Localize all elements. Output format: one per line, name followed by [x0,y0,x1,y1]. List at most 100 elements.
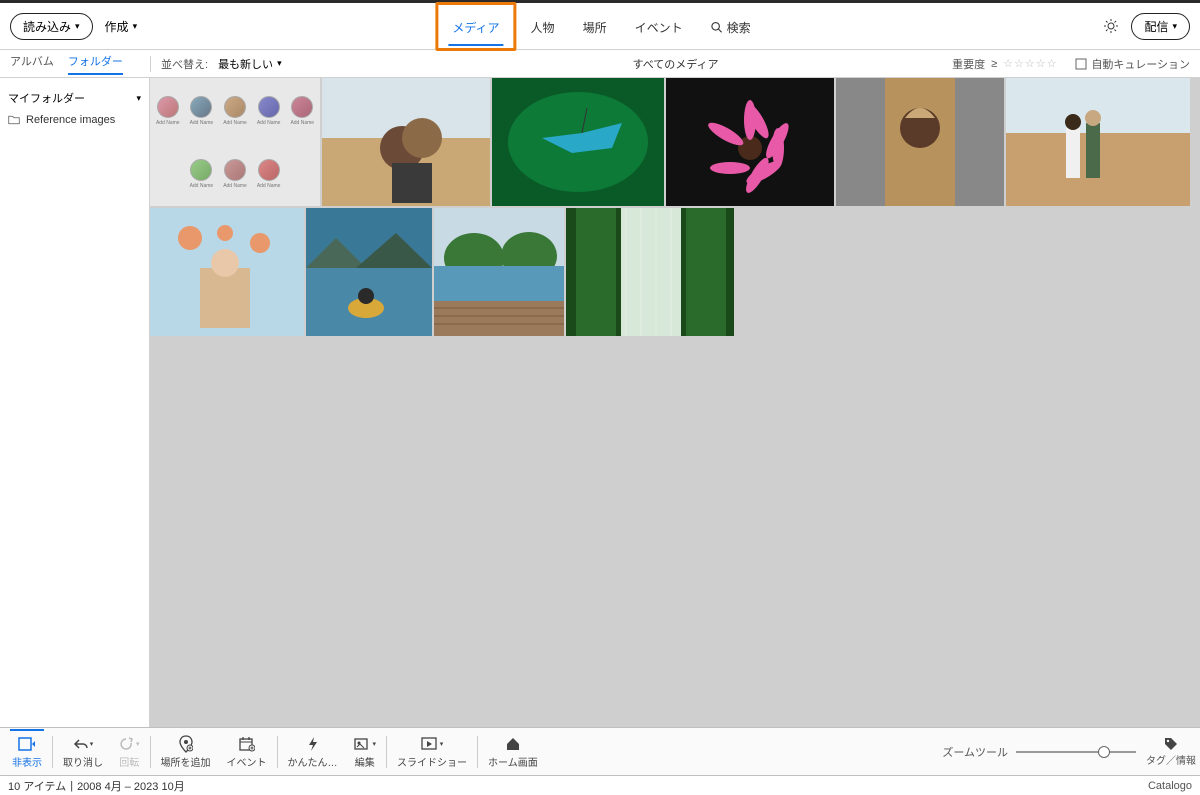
auto-curation-label: 自動キュレーション [1091,56,1190,72]
rotate-button[interactable]: ▾ 回転 [111,732,148,771]
create-label: 作成 [105,18,129,35]
sidebar-folder-item[interactable]: Reference images [6,110,143,130]
thumbnail[interactable] [566,208,734,336]
sort-value[interactable]: 最も新しい [218,56,273,72]
thumbnail[interactable] [322,78,490,206]
share-button[interactable]: 配信 ▾ [1131,13,1190,40]
panel-icon [18,734,36,754]
date-range: 2008 4月 – 2023 10月 [77,778,185,794]
bb-label: 取り消し [63,754,103,769]
chevron-down-icon[interactable]: ▾ [277,58,282,69]
chevron-down-icon: ▾ [136,93,141,104]
slider-track[interactable] [1016,751,1136,753]
import-label: 読み込み [23,18,71,35]
home-button[interactable]: ホーム画面 [480,732,546,771]
sidebar-my-folder-label: マイフォルダー [8,90,85,106]
view-title: すべてのメディア [632,56,718,72]
sortbar: 並べ替え: 最も新しい ▾ すべてのメディア 重要度 ≥ ☆☆☆☆☆ 自動キュレ… [150,56,1200,72]
bb-label: イベント [227,754,267,769]
tab-media[interactable]: メディア [438,5,513,48]
thumbnail[interactable] [434,208,564,336]
share-label: 配信 [1144,18,1168,35]
sidebar-folder-label: Reference images [26,114,115,126]
tab-label: 人物 [531,21,555,35]
sidebar: マイフォルダー ▾ Reference images [0,78,150,727]
auto-curation-toggle[interactable]: 自動キュレーション [1075,56,1190,72]
lightning-icon [307,734,319,754]
thumbnail[interactable] [492,78,664,206]
thumbnail[interactable] [666,78,834,206]
search-label: 検索 [727,19,751,36]
search-icon [711,21,723,33]
sidebar-tab-album[interactable]: アルバム [10,53,54,75]
slideshow-icon: ▾ [421,734,444,754]
tag-info-button[interactable]: タグ／情報 [1146,736,1196,767]
checkbox-icon [1075,58,1087,70]
calendar-icon [239,734,255,754]
undo-button[interactable]: ▾ 取り消し [55,732,111,771]
thumbnail[interactable] [1006,78,1190,206]
slideshow-button[interactable]: ▾ スライドショー [389,732,475,771]
sort-label: 並べ替え: [161,56,208,72]
bb-label: 場所を追加 [161,754,211,769]
subbar: アルバム フォルダー 並べ替え: 最も新しい ▾ すべてのメディア 重要度 ≥ … [0,50,1200,78]
add-place-button[interactable]: 場所を追加 [153,732,219,771]
edit-icon: ▾ [354,734,377,754]
sidebar-tabs: アルバム フォルダー [0,53,150,75]
top-tabs: メディア 人物 場所 イベント 検索 [435,2,764,51]
tab-events[interactable]: イベント [621,5,697,48]
tutorial-highlight: メディア [435,2,516,51]
sidebar-tab-label: アルバム [10,56,54,68]
slider-knob[interactable] [1098,746,1110,758]
tab-label: 場所 [583,21,607,35]
bb-label: ホーム画面 [488,754,538,769]
bb-label: 非表示 [12,754,42,769]
bb-label: かんたん… [288,754,338,769]
tab-places[interactable]: 場所 [569,5,621,48]
rotate-icon: ▾ [119,734,140,754]
tag-icon [1163,736,1179,752]
home-icon [505,734,521,754]
import-button[interactable]: 読み込み ▾ [10,13,93,40]
bottombar: 非表示 ▾ 取り消し ▾ 回転 場所を追加 イベント かんたん… ▾ 編集 ▾ … [0,727,1200,775]
main: マイフォルダー ▾ Reference images Add Name Add … [0,78,1200,727]
statusbar: 10 アイテム | 2008 4月 – 2023 10月 Catalogo [0,775,1200,795]
media-grid: Add Name Add Name Add Name Add Name Add … [150,78,1200,727]
zoom-label: ズームツール [942,744,1008,760]
star-rating-filter[interactable]: ☆☆☆☆☆ [1003,57,1057,70]
thumbnail[interactable] [836,78,1004,206]
topbar-right: 配信 ▾ [1103,13,1190,40]
sidebar-my-folder[interactable]: マイフォルダー ▾ [6,86,143,110]
folder-icon [8,114,20,126]
search-button[interactable]: 検索 [697,5,765,48]
tab-label: イベント [635,21,683,35]
topbar-left: 読み込み ▾ 作成 ▾ [10,13,137,40]
tag-info-label: タグ／情報 [1146,752,1196,767]
topbar: 読み込み ▾ 作成 ▾ メディア 人物 場所 イベント 検索 [0,0,1200,50]
thumbnail[interactable] [306,208,432,336]
sidebar-tab-folder[interactable]: フォルダー [68,53,123,75]
bb-label: 回転 [119,754,139,769]
thumbnail-people-grid[interactable]: Add Name Add Name Add Name Add Name Add … [150,78,320,206]
undo-icon: ▾ [73,734,94,754]
bb-label: 編集 [355,754,375,769]
brightness-icon[interactable] [1103,18,1119,34]
sort-right-controls: 重要度 ≥ ☆☆☆☆☆ 自動キュレーション [952,56,1190,72]
item-count: 10 アイテム [8,778,66,794]
catalog-name: Catalogo [1148,780,1192,792]
event-button[interactable]: イベント [219,732,275,771]
thumbnail[interactable] [150,208,304,336]
zoom-slider[interactable]: ズームツール [942,744,1136,760]
bb-label: スライドショー [397,754,467,769]
tab-people[interactable]: 人物 [517,5,569,48]
importance-operator[interactable]: ≥ [991,58,997,70]
chevron-down-icon: ▾ [133,21,138,32]
edit-button[interactable]: ▾ 編集 [346,732,385,771]
chevron-down-icon: ▾ [75,21,80,32]
toggle-panel-button[interactable]: 非表示 [4,732,50,771]
create-button[interactable]: 作成 ▾ [105,18,138,35]
pin-icon [179,734,193,754]
instant-fix-button[interactable]: かんたん… [280,732,346,771]
sidebar-tab-label: フォルダー [68,56,123,68]
tab-label: メディア [452,21,499,35]
